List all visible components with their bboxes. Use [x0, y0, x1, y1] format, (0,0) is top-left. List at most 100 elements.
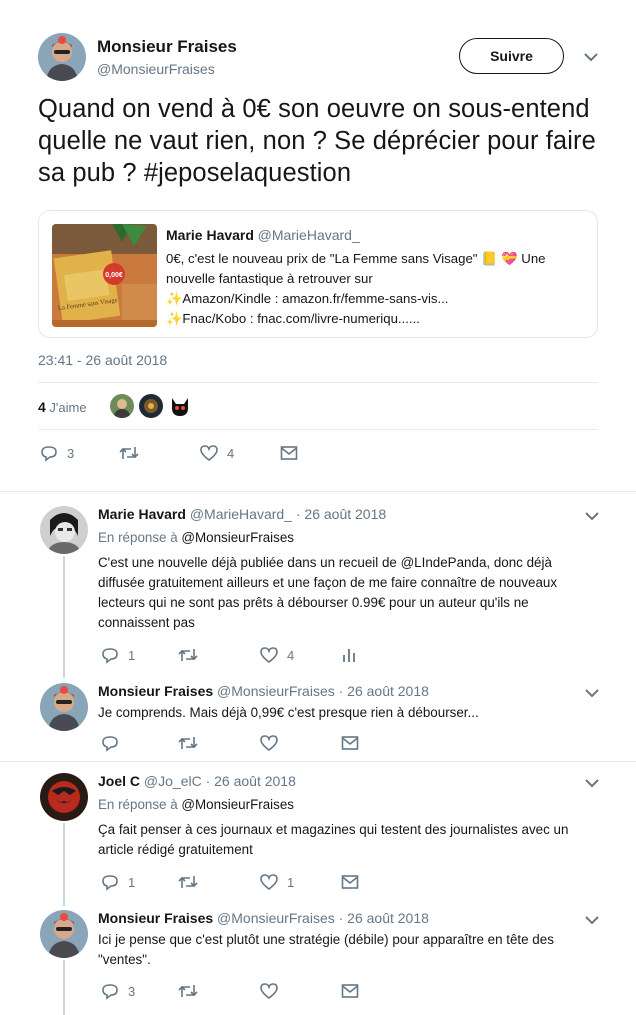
reply-line: connaissent pas [98, 615, 195, 630]
reply-button[interactable]: 3 [101, 982, 135, 1000]
chevron-down-icon[interactable] [585, 688, 599, 698]
reply-count: 3 [128, 983, 136, 999]
reply-line: Je comprends. Mais déjà 0,99€ c'est pres… [98, 705, 479, 720]
reply-prefix: En réponse à [98, 530, 178, 545]
likes-summary[interactable]: 4 J'aime [38, 399, 87, 415]
quoted-author-handle: @MarieHavard_ [257, 227, 360, 243]
reply-avatar[interactable] [40, 683, 88, 731]
likes-label: J'aime [49, 400, 87, 415]
quoted-line-3: ✨Amazon/Kindle : amazon.fr/femme-sans-vi… [166, 291, 449, 306]
dm-button[interactable] [341, 735, 359, 751]
like-count: 1 [287, 874, 295, 890]
like-button[interactable] [260, 734, 278, 752]
reply-line: "ventes". [98, 952, 151, 967]
retweet-button[interactable] [119, 444, 139, 462]
reply-button[interactable]: 1 [101, 646, 135, 664]
follow-button[interactable]: Suivre [459, 38, 564, 74]
tweet-timestamp[interactable]: 23:41 - 26 août 2018 [38, 352, 167, 368]
chevron-down-icon[interactable] [584, 52, 598, 62]
quoted-line-1: 0€, c'est le nouveau prix de "La Femme s… [166, 251, 546, 266]
reply-to: En réponse à @MonsieurFraises [98, 530, 294, 545]
tweet-text: Quand on vend à 0€ son oeuvre on sous-en… [38, 95, 596, 187]
likes-count: 4 [38, 399, 46, 415]
reply-to-link[interactable]: @MonsieurFraises [181, 797, 294, 812]
heart-icon [200, 445, 218, 462]
thread-line [63, 556, 65, 678]
reply-icon [102, 875, 118, 891]
divider [38, 429, 598, 430]
chevron-down-icon[interactable] [585, 778, 599, 788]
reply-count: 1 [128, 874, 136, 890]
reply-header: Marie Havard @MarieHavard_ · 26 août 201… [98, 506, 386, 522]
analytics-button[interactable] [342, 646, 356, 664]
retweet-icon [178, 737, 198, 749]
reply-line: C'est une nouvelle déjà publiée dans un … [98, 555, 552, 570]
heart-icon [260, 647, 278, 664]
reply-meta[interactable]: @MarieHavard_ · 26 août 2018 [190, 506, 386, 522]
reply-count: 3 [67, 445, 75, 461]
mail-icon [280, 446, 298, 460]
reply-text: C'est une nouvelle déjà publiée dans un … [98, 553, 598, 633]
heart-icon [260, 983, 278, 1000]
reply-avatar[interactable] [40, 506, 88, 554]
retweet-icon [119, 447, 139, 459]
analytics-icon [343, 649, 355, 662]
chevron-down-icon[interactable] [585, 511, 599, 521]
mail-icon [341, 984, 359, 998]
divider [38, 382, 598, 383]
reply-author-name[interactable]: Joel C [98, 773, 140, 789]
retweet-button[interactable] [178, 646, 198, 664]
dm-button[interactable] [341, 874, 359, 890]
reply-meta[interactable]: @MonsieurFraises · 26 août 2018 [217, 910, 429, 926]
reply-author-name[interactable]: Monsieur Fraises [98, 910, 213, 926]
quoted-line-2: nouvelle fantastique à retrouver sur [166, 271, 373, 286]
like-button[interactable]: 4 [200, 444, 234, 462]
retweet-button[interactable] [178, 873, 198, 891]
like-count: 4 [287, 647, 295, 663]
author-name[interactable]: Monsieur Fraises [97, 37, 237, 57]
reply-button[interactable]: 1 [101, 873, 135, 891]
reply-author-name[interactable]: Monsieur Fraises [98, 683, 213, 699]
reply-button[interactable]: 3 [40, 444, 74, 462]
reply-icon [102, 648, 118, 664]
reply-meta[interactable]: @MonsieurFraises · 26 août 2018 [217, 683, 429, 699]
like-button[interactable]: 4 [260, 646, 294, 664]
reply-icon [102, 984, 118, 1000]
reply-meta[interactable]: @Jo_elC · 26 août 2018 [144, 773, 296, 789]
reply-avatar[interactable] [40, 910, 88, 958]
dm-button[interactable] [280, 445, 298, 461]
retweet-icon [178, 649, 198, 661]
author-avatar[interactable] [38, 33, 86, 81]
liker-avatar[interactable] [110, 394, 134, 418]
liker-avatar[interactable] [168, 394, 192, 418]
liker-avatar[interactable] [139, 394, 163, 418]
reply-line: diffusée gratuitement ailleurs et une fa… [98, 575, 558, 590]
reply-to-link[interactable]: @MonsieurFraises [181, 530, 294, 545]
dm-button[interactable] [341, 983, 359, 999]
reply-author-name[interactable]: Marie Havard [98, 506, 186, 522]
reply-avatar[interactable] [40, 773, 88, 821]
reply-header: Monsieur Fraises @MonsieurFraises · 26 a… [98, 910, 429, 926]
chevron-down-icon[interactable] [585, 915, 599, 925]
reply-line: article rédigé gratuitement [98, 842, 253, 857]
retweet-button[interactable] [178, 982, 198, 1000]
reply-line: lecteurs qui ne sont pas prêts à débours… [98, 595, 529, 610]
price-sticker: 0,00€ [105, 272, 123, 279]
retweet-icon [178, 876, 198, 888]
reply-prefix: En réponse à [98, 797, 178, 812]
reply-button[interactable] [101, 734, 119, 752]
like-button[interactable]: 1 [260, 873, 294, 891]
thread-line [63, 960, 65, 1015]
reply-icon [41, 446, 57, 462]
reply-to: En réponse à @MonsieurFraises [98, 797, 294, 812]
section-divider [0, 491, 636, 492]
author-handle[interactable]: @MonsieurFraises [97, 61, 215, 77]
like-count: 4 [227, 445, 235, 461]
heart-icon [260, 874, 278, 891]
reply-count: 1 [128, 647, 136, 663]
quoted-tweet[interactable]: 0,00€ La Femme sans Visage Marie Havard … [38, 210, 598, 338]
quoted-line-4: ✨Fnac/Kobo : fnac.com/livre-numeriqu....… [166, 311, 420, 326]
retweet-button[interactable] [178, 734, 198, 752]
like-button[interactable] [260, 982, 278, 1000]
section-divider [0, 761, 636, 762]
